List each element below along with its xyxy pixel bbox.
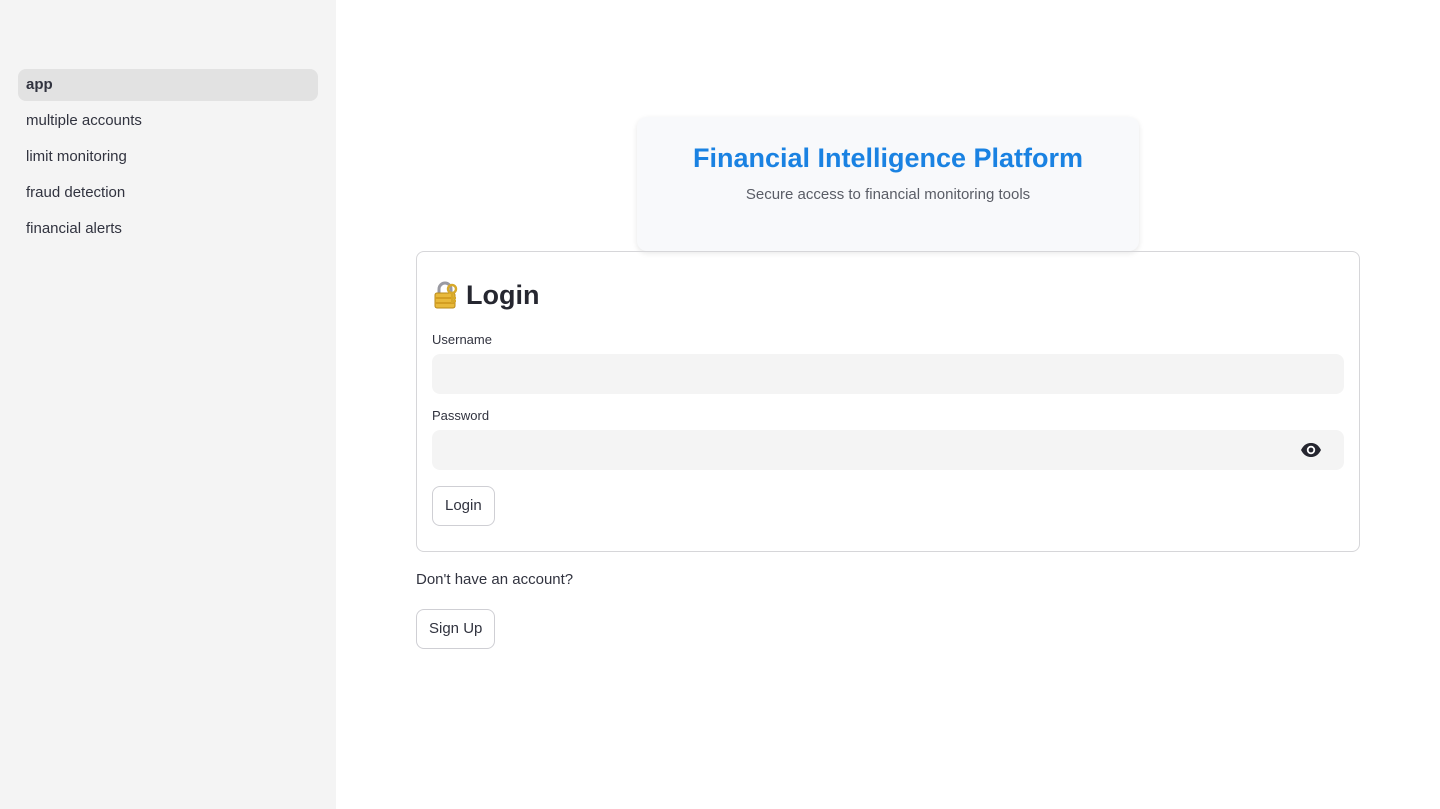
sidebar-item-multiple-accounts[interactable]: multiple accounts [18, 105, 318, 137]
login-heading-text: Login [466, 279, 540, 310]
login-button[interactable]: Login [432, 486, 495, 526]
sidebar-item-fraud-detection[interactable]: fraud detection [18, 177, 318, 209]
page-subtitle: Secure access to financial monitoring to… [745, 186, 1031, 203]
app-window: app multiple accounts limit monitoring f… [0, 0, 1440, 809]
login-heading: Login [432, 278, 1344, 312]
login-form: Login Username Password Login [416, 251, 1360, 552]
signup-prompt: Don't have an account? [416, 571, 574, 588]
sidebar: app multiple accounts limit monitoring f… [0, 0, 336, 809]
username-input[interactable] [432, 354, 1344, 394]
sidebar-item-app[interactable]: app [18, 69, 318, 101]
eye-icon[interactable] [1300, 440, 1322, 460]
password-input[interactable] [432, 430, 1344, 470]
lock-with-key-icon [432, 280, 460, 310]
password-field [432, 430, 1344, 470]
sign-up-button[interactable]: Sign Up [416, 609, 496, 649]
sidebar-item-limit-monitoring[interactable]: limit monitoring [18, 141, 318, 173]
password-label: Password [432, 408, 490, 423]
sidebar-item-financial-alerts[interactable]: financial alerts [18, 213, 318, 245]
username-label: Username [432, 332, 492, 347]
main-content: Financial Intelligence Platform Secure a… [336, 0, 1440, 809]
page-title: Financial Intelligence Platform [692, 143, 1084, 173]
header-card: Financial Intelligence Platform Secure a… [637, 117, 1139, 251]
